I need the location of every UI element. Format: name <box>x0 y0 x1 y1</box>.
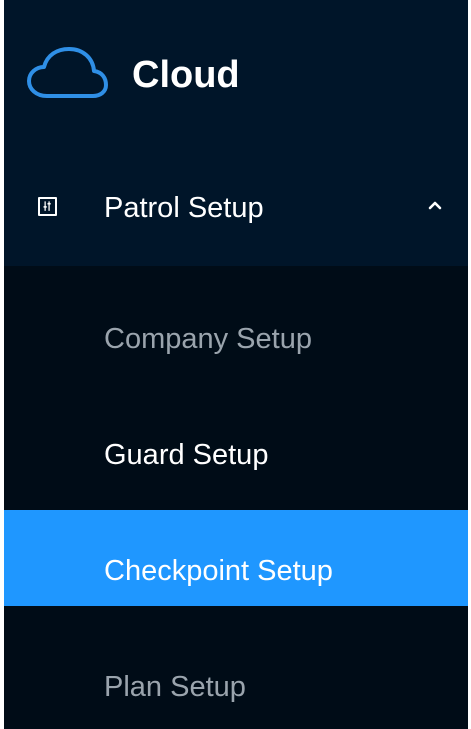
sidebar: Cloud Patrol Setup Company Setup Guard S… <box>4 0 468 729</box>
cloud-icon <box>27 47 108 98</box>
menu-item-label: Company Setup <box>104 323 312 355</box>
menu-item-label: Guard Setup <box>104 439 269 471</box>
brand-header: Cloud <box>4 0 468 148</box>
menu-item-plan-setup[interactable]: Plan Setup <box>4 626 468 722</box>
menu-item-company-setup[interactable]: Company Setup <box>4 278 468 374</box>
menu-item-guard-setup[interactable]: Guard Setup <box>4 394 468 490</box>
sliders-icon <box>38 197 57 216</box>
menu-group-label: Patrol Setup <box>104 192 264 224</box>
chevron-up-icon <box>428 201 442 210</box>
menu-item-label: Checkpoint Setup <box>104 555 333 587</box>
menu-group-patrol-setup[interactable]: Patrol Setup <box>4 148 468 266</box>
menu-item-label: Plan Setup <box>104 671 246 703</box>
brand-title: Cloud <box>132 54 240 96</box>
menu-item-checkpoint-setup[interactable]: Checkpoint Setup <box>4 510 468 606</box>
submenu: Company Setup Guard Setup Checkpoint Set… <box>4 266 468 729</box>
